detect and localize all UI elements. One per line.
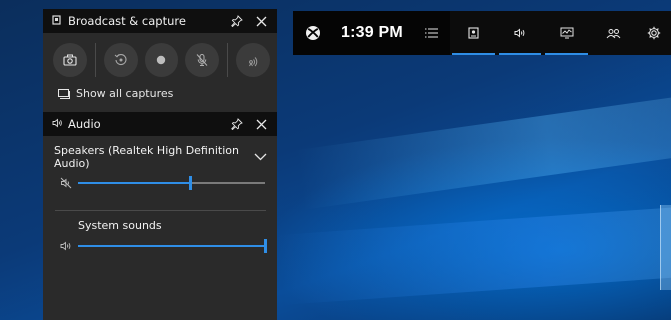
settings-button[interactable]: [636, 11, 671, 55]
broadcast-button[interactable]: [236, 43, 270, 77]
speaker-muted-icon[interactable]: [59, 176, 73, 190]
speaker-icon: [52, 118, 66, 131]
device-volume-thumb[interactable]: [189, 176, 193, 190]
game-bar: 1:39 PM: [293, 11, 671, 55]
audio-widget-header: Audio: [43, 112, 277, 136]
device-volume-fill: [78, 182, 191, 184]
gear-icon: [647, 26, 660, 40]
audio-widget-icon: [514, 28, 524, 38]
pin-icon[interactable]: [229, 13, 245, 29]
close-icon[interactable]: [253, 13, 269, 29]
broadcast-capture-icon: [52, 14, 66, 28]
close-icon[interactable]: [253, 116, 269, 132]
show-all-captures-label: Show all captures: [76, 87, 174, 100]
speaker-icon[interactable]: [59, 239, 73, 253]
audio-device-selector[interactable]: Speakers (Realtek High Definition Audio): [43, 136, 277, 170]
broadcast-capture-widget-icon: [468, 27, 479, 39]
pin-icon[interactable]: [229, 116, 245, 132]
gallery-icon: [58, 88, 70, 99]
performance-widget-button[interactable]: [543, 11, 590, 55]
wallpaper-window-edge: [660, 205, 671, 290]
app-volume-fill: [78, 245, 265, 247]
wallpaper-light-beam: [277, 204, 671, 305]
widget-menu-icon[interactable]: [424, 25, 441, 41]
record-last-icon: [114, 54, 127, 66]
xbox-social-widget-icon: [606, 28, 621, 38]
app-volume-slider[interactable]: [78, 239, 267, 253]
clock: 1:39 PM: [341, 24, 403, 41]
audio-widget: Audio Speakers (Realtek High Definition …: [43, 112, 277, 320]
screenshot-button[interactable]: [53, 43, 87, 77]
chevron-down-icon: [254, 153, 267, 161]
audio-widget-title: Audio: [68, 117, 101, 131]
device-volume-row: [43, 170, 277, 196]
audio-widget-button[interactable]: [497, 11, 544, 55]
xbox-social-widget-button[interactable]: [590, 11, 637, 55]
microphone-toggle-button[interactable]: [185, 43, 220, 77]
capture-widget-title: Broadcast & capture: [68, 14, 186, 28]
show-all-captures-link[interactable]: Show all captures: [43, 77, 277, 100]
app-volume-thumb[interactable]: [264, 239, 267, 253]
device-volume-slider[interactable]: [78, 176, 265, 190]
microphone-off-icon: [196, 54, 208, 66]
app-volume-label: System sounds: [78, 219, 162, 232]
record-last-30s-button[interactable]: [103, 43, 138, 77]
divider: [227, 43, 229, 77]
record-dot-icon: [157, 55, 166, 65]
broadcast-icon: [249, 57, 258, 67]
xbox-icon[interactable]: [305, 25, 321, 41]
app-volume-row: [43, 233, 277, 259]
wallpaper-light-beam: [295, 91, 671, 210]
audio-device-name: Speakers (Realtek High Definition Audio): [54, 144, 239, 170]
broadcast-capture-widget-button[interactable]: [450, 11, 497, 55]
divider: [94, 43, 96, 77]
camera-icon: [63, 54, 77, 66]
capture-widget-header: Broadcast & capture: [43, 9, 277, 33]
broadcast-capture-widget: Broadcast & capture Show all captures: [43, 9, 277, 112]
performance-widget-icon: [560, 27, 574, 39]
start-recording-button[interactable]: [144, 43, 179, 77]
